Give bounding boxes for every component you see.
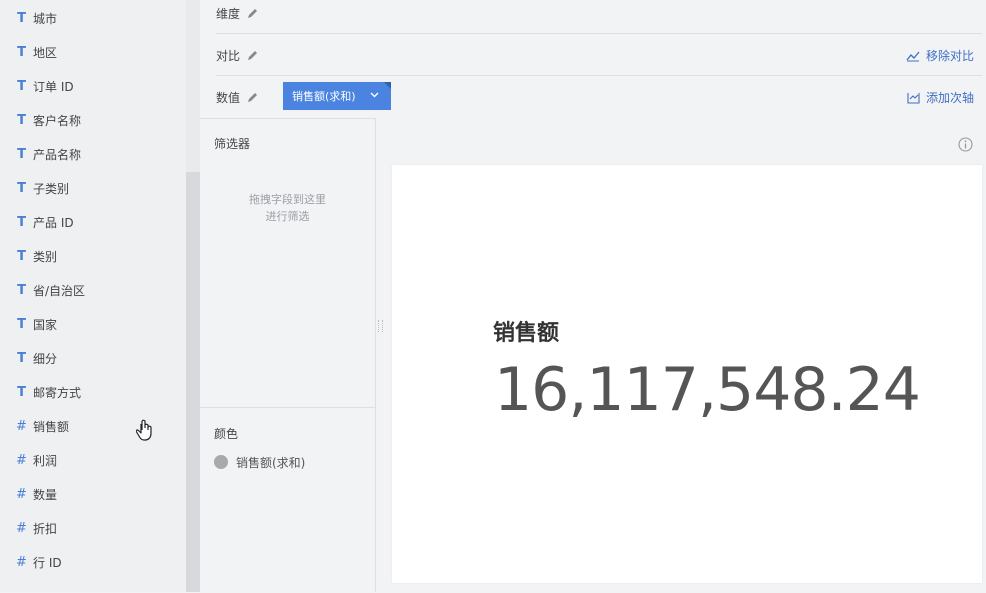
chevron-down-icon[interactable] bbox=[370, 92, 379, 98]
resize-handle[interactable] bbox=[378, 320, 383, 332]
secondary-axis-icon bbox=[907, 92, 920, 104]
field-list-scroll-thumb[interactable] bbox=[186, 172, 200, 592]
text-type-icon: T bbox=[17, 214, 26, 230]
text-type-icon: T bbox=[17, 384, 26, 400]
field-item[interactable]: # 行 ID bbox=[0, 545, 186, 579]
field-item[interactable]: # 数量 bbox=[0, 477, 186, 511]
text-type-icon: T bbox=[17, 282, 26, 298]
number-type-icon: # bbox=[16, 486, 27, 502]
value-pill-label: 销售额(求和) bbox=[292, 90, 356, 103]
field-item-label: 子类别 bbox=[33, 181, 70, 196]
field-item[interactable]: # 利润 bbox=[0, 443, 186, 477]
field-item[interactable]: # 销售额 bbox=[0, 409, 186, 443]
field-item[interactable]: T 产品 ID bbox=[0, 205, 186, 239]
add-secondary-axis-button[interactable]: 添加次轴 bbox=[907, 89, 974, 106]
field-item[interactable]: T 邮寄方式 bbox=[0, 375, 186, 409]
text-type-icon: T bbox=[17, 44, 26, 60]
field-item[interactable]: T 国家 bbox=[0, 307, 186, 341]
number-type-icon: # bbox=[16, 520, 27, 536]
pill-corner-marker bbox=[384, 82, 391, 89]
field-item-label: 城市 bbox=[33, 11, 58, 26]
color-title: 颜色 bbox=[214, 427, 239, 441]
remove-compare-button[interactable]: 移除对比 bbox=[906, 47, 974, 64]
shelf-divider bbox=[216, 33, 982, 34]
column-divider bbox=[375, 118, 376, 592]
filter-drop-zone[interactable]: 拖拽字段到这里 进行筛选 bbox=[200, 191, 375, 225]
filter-hint-line1: 拖拽字段到这里 bbox=[249, 193, 326, 206]
field-item[interactable]: T 产品名称 bbox=[0, 137, 186, 171]
field-item[interactable]: T 客户名称 bbox=[0, 103, 186, 137]
edit-pencil-icon[interactable] bbox=[246, 50, 258, 62]
dimension-label-text: 维度 bbox=[216, 7, 241, 21]
text-type-icon: T bbox=[17, 248, 26, 264]
field-list-panel: T 城市 T 地区 T 订单 ID T 客户名称 T 产品名称 T 子类别 T 产品 ID T 类别 T 省/自治… bbox=[0, 0, 186, 592]
field-item-label: 产品名称 bbox=[33, 147, 82, 162]
text-type-icon: T bbox=[17, 10, 26, 26]
field-item[interactable]: T 地区 bbox=[0, 35, 186, 69]
filter-color-column bbox=[200, 118, 375, 593]
field-item[interactable]: T 细分 bbox=[0, 341, 186, 375]
number-type-icon: # bbox=[16, 554, 27, 570]
kpi-label: 销售额 bbox=[493, 321, 560, 346]
field-item-label: 类别 bbox=[33, 249, 58, 264]
text-type-icon: T bbox=[17, 180, 26, 196]
hand-cursor-icon bbox=[136, 419, 152, 441]
color-section-divider bbox=[200, 407, 375, 408]
text-type-icon: T bbox=[17, 316, 26, 332]
field-item-label: 销售额 bbox=[33, 419, 70, 434]
field-item-label: 邮寄方式 bbox=[33, 385, 82, 400]
add-secondary-axis-label: 添加次轴 bbox=[925, 91, 974, 105]
remove-compare-icon bbox=[906, 51, 920, 61]
value-shelf-label: 数值 bbox=[216, 89, 258, 106]
color-legend-swatch[interactable] bbox=[214, 455, 228, 469]
kpi-value: 16,117,548.24 bbox=[494, 355, 921, 425]
number-type-icon: # bbox=[16, 452, 27, 468]
value-label-text: 数值 bbox=[216, 91, 241, 105]
text-type-icon: T bbox=[17, 78, 26, 94]
field-item[interactable]: T 类别 bbox=[0, 239, 186, 273]
field-item[interactable]: # 折扣 bbox=[0, 511, 186, 545]
field-item[interactable]: T 省/自治区 bbox=[0, 273, 186, 307]
color-legend-label: 销售额(求和) bbox=[236, 456, 306, 470]
field-item[interactable]: T 城市 bbox=[0, 1, 186, 35]
field-item[interactable]: T 订单 ID bbox=[0, 69, 186, 103]
remove-compare-label: 移除对比 bbox=[925, 49, 974, 63]
field-item-label: 细分 bbox=[33, 351, 58, 366]
field-item-label: 折扣 bbox=[33, 521, 58, 536]
field-item-label: 国家 bbox=[33, 317, 58, 332]
edit-pencil-icon[interactable] bbox=[246, 8, 258, 20]
shelf-divider bbox=[216, 75, 982, 76]
text-type-icon: T bbox=[17, 350, 26, 366]
text-type-icon: T bbox=[17, 112, 26, 128]
filter-title: 筛选器 bbox=[214, 137, 251, 151]
field-item-label: 省/自治区 bbox=[33, 283, 86, 298]
field-item[interactable]: T 子类别 bbox=[0, 171, 186, 205]
number-type-icon: # bbox=[16, 418, 27, 434]
text-type-icon: T bbox=[17, 146, 26, 162]
filter-hint-line2: 进行筛选 bbox=[265, 210, 310, 223]
field-item-label: 数量 bbox=[33, 487, 58, 502]
dimension-shelf-label: 维度 bbox=[216, 5, 258, 22]
compare-shelf-label: 对比 bbox=[216, 47, 258, 64]
field-item-label: 地区 bbox=[33, 45, 58, 60]
field-item-label: 行 ID bbox=[33, 555, 62, 570]
field-item-label: 客户名称 bbox=[33, 113, 82, 128]
field-item-label: 订单 ID bbox=[33, 79, 74, 94]
compare-label-text: 对比 bbox=[216, 49, 241, 63]
info-icon[interactable] bbox=[958, 137, 973, 152]
edit-pencil-icon[interactable] bbox=[246, 92, 258, 104]
field-item-label: 利润 bbox=[33, 453, 58, 468]
value-field-pill[interactable]: 销售额(求和) bbox=[283, 82, 391, 110]
field-item-label: 产品 ID bbox=[33, 215, 74, 230]
